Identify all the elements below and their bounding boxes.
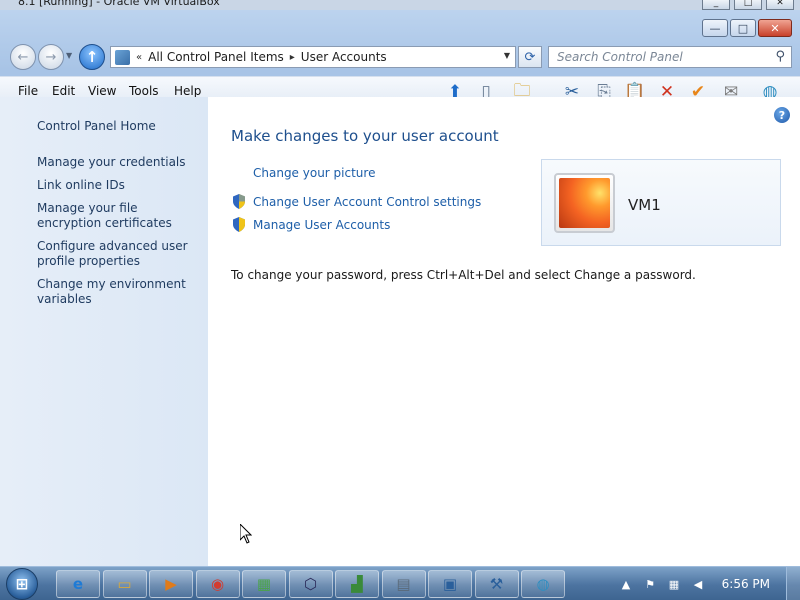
change-uac-settings-link[interactable]: Change User Account Control settings bbox=[253, 195, 481, 209]
control-panel-home-link[interactable]: Control Panel Home bbox=[37, 119, 202, 134]
taskbar-app-button[interactable]: ▟ bbox=[335, 570, 379, 598]
action-center-flag-icon[interactable]: ⚑ bbox=[642, 576, 658, 592]
forward-button[interactable]: → bbox=[38, 44, 64, 70]
uac-shield-icon bbox=[233, 217, 245, 232]
environment-variables-link[interactable]: Change my environment variables bbox=[37, 277, 202, 307]
taskbar-app-button[interactable]: ⚒ bbox=[474, 570, 519, 598]
manage-credentials-link[interactable]: Manage your credentials bbox=[37, 155, 202, 170]
link-online-ids-link[interactable]: Link online IDs bbox=[37, 178, 202, 193]
breadcrumb-all-control-panel-items[interactable]: All Control Panel Items bbox=[148, 50, 284, 64]
search-icon[interactable]: ⚲ bbox=[775, 49, 785, 64]
user-account-card: VM1 bbox=[541, 159, 781, 246]
menu-help[interactable]: Help bbox=[174, 84, 201, 98]
show-desktop-button[interactable] bbox=[786, 567, 800, 600]
user-picture[interactable] bbox=[554, 173, 615, 233]
network-app-icon: ◍ bbox=[536, 575, 550, 593]
menu-edit[interactable]: Edit bbox=[52, 84, 75, 98]
breadcrumb-overflow[interactable]: « bbox=[136, 52, 142, 63]
taskbar-app-button[interactable]: ▭ bbox=[102, 570, 147, 598]
breadcrumb-separator-icon[interactable]: ▸ bbox=[290, 52, 295, 63]
taskbar-app-button[interactable]: ▶ bbox=[149, 570, 193, 598]
menu-file[interactable]: File bbox=[18, 84, 38, 98]
chrome-icon: ◉ bbox=[210, 575, 225, 593]
control-panel-icon bbox=[115, 49, 130, 65]
taskbar-app-button[interactable]: ◍ bbox=[521, 570, 565, 598]
change-picture-link[interactable]: Change your picture bbox=[253, 166, 375, 180]
file-encryption-link[interactable]: Manage your file encryption certificates bbox=[37, 201, 202, 231]
file-explorer-icon: ▭ bbox=[117, 575, 132, 593]
back-arrow-icon: ← bbox=[17, 49, 29, 65]
password-info-text: To change your password, press Ctrl+Alt+… bbox=[231, 268, 696, 282]
user-name: VM1 bbox=[628, 196, 661, 214]
back-button[interactable]: ← bbox=[10, 44, 36, 70]
uac-shield-icon bbox=[233, 194, 245, 209]
network-icon[interactable]: ▦ bbox=[666, 576, 682, 592]
address-bar[interactable]: « All Control Panel Items ▸ User Account… bbox=[110, 46, 516, 68]
help-icon[interactable]: ? bbox=[774, 107, 790, 123]
menu-view[interactable]: View bbox=[88, 84, 116, 98]
taskbar-app-button[interactable]: ▦ bbox=[242, 570, 286, 598]
internet-explorer-icon: e bbox=[72, 575, 84, 593]
forward-arrow-icon: → bbox=[45, 49, 57, 65]
host-title-bar: 8.1 [Running] - Oracle VM VirtualBox _ □… bbox=[0, 0, 800, 10]
task-manager-icon: ▟ bbox=[351, 575, 363, 593]
host-close-button[interactable]: ✕ bbox=[766, 0, 794, 10]
show-hidden-icons-icon[interactable]: ▲ bbox=[618, 576, 634, 592]
minimize-button[interactable]: — bbox=[702, 19, 728, 37]
advanced-profile-link[interactable]: Configure advanced user profile properti… bbox=[37, 239, 202, 269]
page-title: Make changes to your user account bbox=[231, 127, 499, 145]
search-input[interactable]: Search Control Panel ⚲ bbox=[548, 46, 792, 68]
start-button[interactable]: ⊞ bbox=[6, 568, 38, 600]
mouse-cursor-icon bbox=[240, 524, 252, 544]
refresh-button[interactable]: ⟳ bbox=[518, 46, 542, 68]
left-navigation-pane: Control Panel Home Manage your credentia… bbox=[0, 97, 208, 566]
remote-desktop-icon: ▣ bbox=[442, 575, 458, 593]
host-maximize-button[interactable]: □ bbox=[734, 0, 762, 10]
clock[interactable]: 6:56 PM bbox=[722, 577, 770, 591]
tools-icon: ⚒ bbox=[489, 575, 504, 593]
main-content: ? Make changes to your user account Chan… bbox=[208, 97, 800, 566]
flower-avatar-icon bbox=[559, 178, 610, 228]
address-dropdown-icon[interactable]: ▼ bbox=[504, 51, 510, 60]
virtualbox-icon: ⬡ bbox=[303, 575, 318, 593]
taskbar-app-button[interactable]: e bbox=[56, 570, 100, 598]
host-title-text: 8.1 [Running] - Oracle VM VirtualBox bbox=[18, 0, 220, 8]
up-arrow-icon: ↑ bbox=[85, 48, 99, 66]
volume-icon[interactable]: ◀ bbox=[690, 576, 706, 592]
close-button[interactable]: ✕ bbox=[758, 19, 792, 37]
up-button[interactable]: ↑ bbox=[79, 44, 105, 70]
document-icon: ▤ bbox=[396, 575, 411, 593]
recent-pages-dropdown[interactable]: ▼ bbox=[66, 51, 72, 60]
navigation-bar: ← → ▼ ↑ « All Control Panel Items ▸ User… bbox=[0, 42, 800, 72]
breadcrumb-user-accounts[interactable]: User Accounts bbox=[301, 50, 387, 64]
taskbar-app-button[interactable]: ▣ bbox=[428, 570, 472, 598]
taskbar-app-button[interactable]: ▤ bbox=[381, 570, 426, 598]
search-placeholder: Search Control Panel bbox=[557, 50, 683, 64]
menu-tools[interactable]: Tools bbox=[129, 84, 159, 98]
control-panel-icon: ▦ bbox=[256, 575, 272, 593]
taskbar-app-button[interactable]: ◉ bbox=[195, 570, 240, 598]
host-minimize-button[interactable]: _ bbox=[702, 0, 730, 10]
refresh-icon: ⟳ bbox=[524, 49, 536, 65]
taskbar: ⊞ e ▭ ▶ ◉ ▦ ⬡ ▟ ▤ ▣ ⚒ ◍ ▲ ⚑ ▦ ◀ 6:56 PM bbox=[0, 566, 800, 600]
windows-logo-icon: ⊞ bbox=[15, 575, 29, 593]
manage-user-accounts-link[interactable]: Manage User Accounts bbox=[253, 218, 390, 232]
maximize-button[interactable]: □ bbox=[730, 19, 756, 37]
media-player-icon: ▶ bbox=[165, 575, 177, 593]
taskbar-app-button[interactable]: ⬡ bbox=[288, 570, 333, 598]
